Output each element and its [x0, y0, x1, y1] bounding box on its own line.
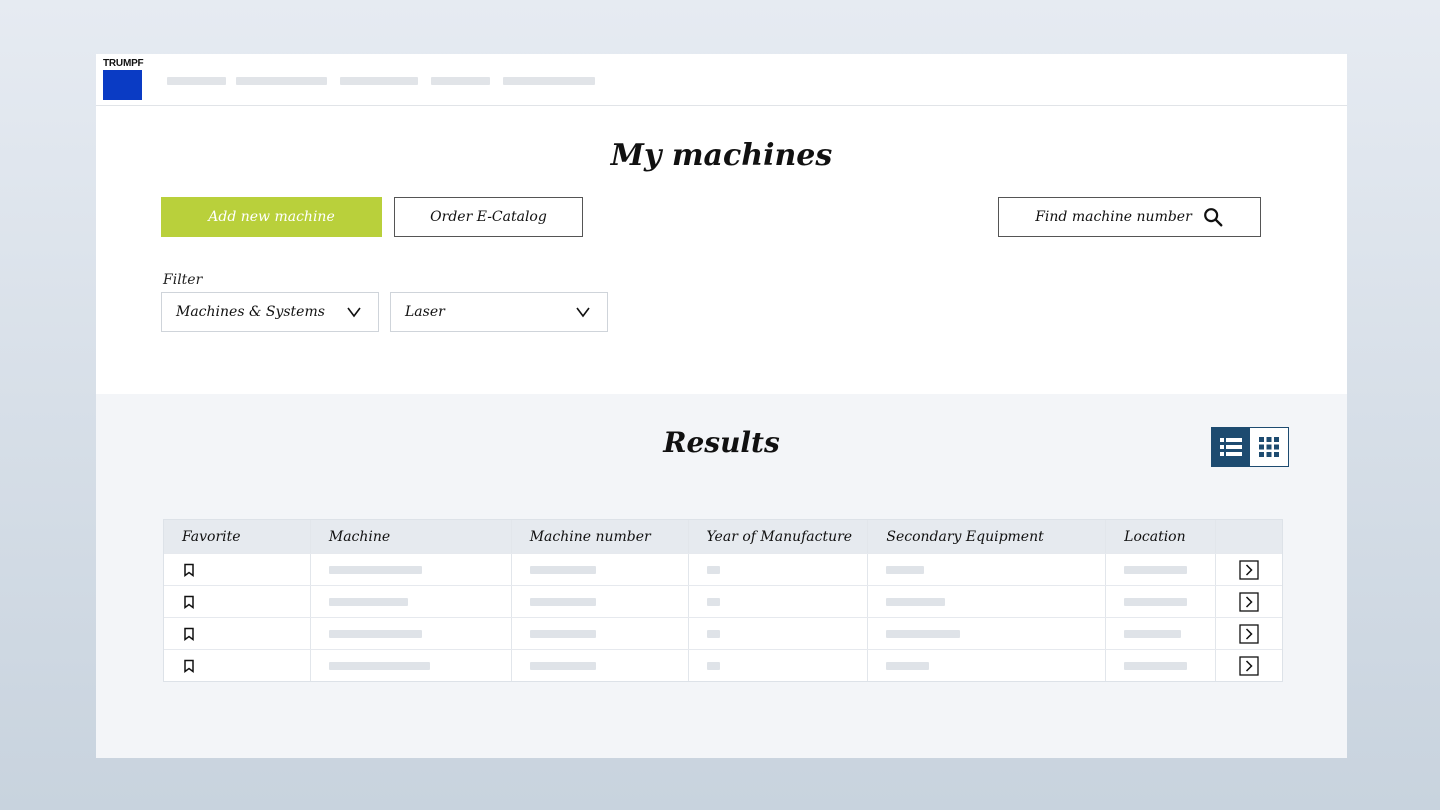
- nav-item-placeholder[interactable]: [340, 77, 418, 85]
- text-placeholder: [706, 597, 720, 606]
- view-toggle: [1211, 427, 1289, 467]
- column-header[interactable]: Secondary Equipment: [868, 520, 1107, 553]
- favorite-cell: [164, 554, 311, 585]
- table-row[interactable]: [164, 649, 1282, 681]
- page-title: My machines: [610, 138, 833, 173]
- text-placeholder: [886, 565, 925, 574]
- table-header: Favorite Machine Machine number Year of …: [164, 520, 1282, 553]
- find-machine-number-label: Find machine number: [1035, 209, 1192, 225]
- text-placeholder: [1124, 597, 1188, 606]
- list-view-icon: [1220, 438, 1242, 456]
- filter-label: Filter: [163, 272, 203, 288]
- column-header: [1216, 520, 1282, 553]
- chevron-down-icon: [347, 307, 361, 318]
- machine-cell: [311, 586, 512, 617]
- text-placeholder: [1124, 661, 1188, 670]
- text-placeholder: [886, 597, 946, 606]
- year-cell: [689, 650, 869, 681]
- open-cell: [1216, 650, 1282, 681]
- top-navigation: TRUMPF: [96, 54, 1347, 106]
- machine-number-cell: [512, 618, 689, 649]
- bookmark-icon[interactable]: [182, 563, 196, 577]
- text-placeholder: [328, 597, 408, 606]
- year-cell: [689, 586, 869, 617]
- open-cell: [1216, 618, 1282, 649]
- location-cell: [1106, 554, 1217, 585]
- nav-item-placeholder[interactable]: [503, 77, 595, 85]
- logo-mark: [103, 70, 142, 100]
- chevron-right-box-icon[interactable]: [1239, 591, 1259, 612]
- favorite-cell: [164, 586, 311, 617]
- secondary-equipment-cell: [868, 554, 1107, 585]
- location-cell: [1106, 650, 1217, 681]
- find-machine-number-button[interactable]: Find machine number: [998, 197, 1261, 237]
- text-placeholder: [706, 565, 720, 574]
- column-header[interactable]: Year of Manufacture: [689, 520, 869, 553]
- year-cell: [689, 618, 869, 649]
- bookmark-icon[interactable]: [182, 627, 196, 641]
- bookmark-icon[interactable]: [182, 595, 196, 609]
- text-placeholder: [706, 661, 720, 670]
- open-cell: [1216, 586, 1282, 617]
- table-row[interactable]: [164, 553, 1282, 585]
- column-header[interactable]: Machine: [311, 520, 512, 553]
- favorite-cell: [164, 650, 311, 681]
- results-table: Favorite Machine Machine number Year of …: [163, 519, 1283, 682]
- year-cell: [689, 554, 869, 585]
- results-section: Results Favorite Machine Machine number …: [96, 394, 1347, 758]
- nav-item-placeholder[interactable]: [167, 77, 226, 85]
- chevron-down-icon: [576, 307, 590, 318]
- text-placeholder: [706, 629, 720, 638]
- machine-number-cell: [512, 650, 689, 681]
- chevron-right-box-icon[interactable]: [1239, 655, 1259, 676]
- table-row[interactable]: [164, 617, 1282, 649]
- text-placeholder: [1124, 565, 1188, 574]
- results-title: Results: [663, 426, 780, 459]
- secondary-equipment-cell: [868, 650, 1107, 681]
- grid-view-button[interactable]: [1250, 428, 1288, 466]
- location-cell: [1106, 586, 1217, 617]
- chevron-right-box-icon[interactable]: [1239, 623, 1259, 644]
- machine-number-cell: [512, 554, 689, 585]
- table-row[interactable]: [164, 585, 1282, 617]
- category-select-value: Machines & Systems: [176, 304, 325, 320]
- list-view-button[interactable]: [1212, 428, 1250, 466]
- bookmark-icon[interactable]: [182, 659, 196, 673]
- open-cell: [1216, 554, 1282, 585]
- favorite-cell: [164, 618, 311, 649]
- column-header[interactable]: Favorite: [164, 520, 311, 553]
- app-window: TRUMPF My machines Add new machine Order…: [96, 54, 1347, 758]
- text-placeholder: [328, 565, 422, 574]
- text-placeholder: [886, 629, 961, 638]
- type-select-value: Laser: [405, 304, 445, 320]
- location-cell: [1106, 618, 1217, 649]
- text-placeholder: [529, 629, 596, 638]
- trumpf-logo[interactable]: TRUMPF: [103, 58, 144, 101]
- order-catalog-button[interactable]: Order E-Catalog: [394, 197, 583, 237]
- search-icon: [1203, 208, 1223, 227]
- text-placeholder: [1124, 629, 1182, 638]
- text-placeholder: [328, 661, 430, 670]
- grid-view-icon: [1259, 437, 1279, 457]
- chevron-right-box-icon[interactable]: [1239, 559, 1259, 580]
- machine-cell: [311, 650, 512, 681]
- machine-number-cell: [512, 586, 689, 617]
- logo-text: TRUMPF: [103, 58, 144, 69]
- add-machine-button[interactable]: Add new machine: [161, 197, 382, 237]
- text-placeholder: [886, 661, 930, 670]
- nav-item-placeholder[interactable]: [236, 77, 327, 85]
- column-header[interactable]: Location: [1106, 520, 1217, 553]
- type-select[interactable]: Laser: [390, 292, 608, 332]
- nav-item-placeholder[interactable]: [431, 77, 490, 85]
- secondary-equipment-cell: [868, 618, 1107, 649]
- text-placeholder: [328, 629, 422, 638]
- machine-cell: [311, 618, 512, 649]
- text-placeholder: [529, 597, 596, 606]
- column-header[interactable]: Machine number: [512, 520, 689, 553]
- text-placeholder: [529, 565, 596, 574]
- category-select[interactable]: Machines & Systems: [161, 292, 379, 332]
- secondary-equipment-cell: [868, 586, 1107, 617]
- text-placeholder: [529, 661, 596, 670]
- machine-cell: [311, 554, 512, 585]
